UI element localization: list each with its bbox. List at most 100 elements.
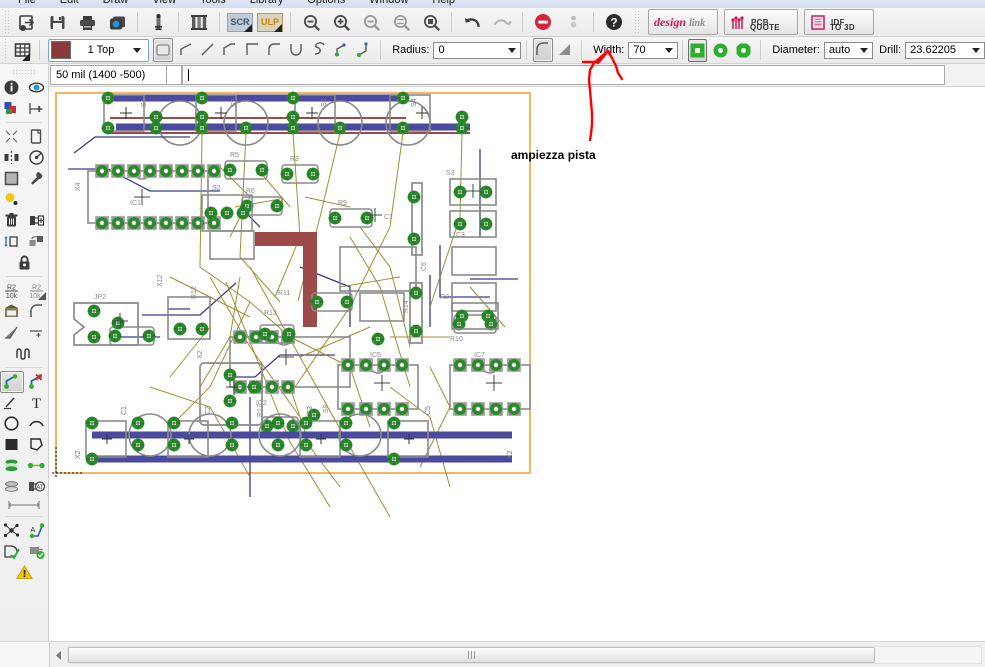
layer-settings-icon[interactable] <box>185 9 213 35</box>
errors-tool[interactable] <box>12 562 36 584</box>
via-shape-octagon[interactable] <box>734 39 753 62</box>
zoom-out-icon[interactable] <box>357 9 385 35</box>
group-tool[interactable] <box>0 168 24 190</box>
scroll-left-arrow[interactable] <box>50 647 67 664</box>
name-tool[interactable]: R2 10k <box>0 280 24 302</box>
via-tool[interactable] <box>0 455 24 477</box>
smash-tool[interactable] <box>0 301 24 323</box>
bend-style-6[interactable] <box>287 38 307 62</box>
rotate-tool[interactable] <box>25 147 49 169</box>
autoroute-tool[interactable]: A <box>25 520 49 542</box>
zoom-fit-icon[interactable] <box>297 9 325 35</box>
chevron-down-icon[interactable] <box>132 47 141 53</box>
idf-to-3d-button[interactable]: IDF TO 3D <box>804 9 874 35</box>
miter-round-button[interactable] <box>532 38 554 62</box>
move-tool[interactable] <box>0 126 24 148</box>
radius-chevron-down-icon[interactable] <box>507 47 516 53</box>
print-icon[interactable] <box>73 9 101 35</box>
diameter-label: Diameter: <box>772 44 820 56</box>
display-tool[interactable] <box>0 98 24 120</box>
toolbar-grip-2[interactable] <box>633 11 640 33</box>
mirror-tool[interactable] <box>0 147 24 169</box>
copy-tool[interactable] <box>25 126 49 148</box>
drc-tool[interactable] <box>0 541 24 563</box>
horizontal-scroll-thumb[interactable] <box>68 647 875 663</box>
show-tool[interactable] <box>25 77 49 99</box>
polygon-tool[interactable] <box>25 434 49 456</box>
toolbar-grip[interactable] <box>3 11 10 33</box>
bend-style-3[interactable] <box>220 38 240 62</box>
design-link-button[interactable]: design link <box>648 9 718 35</box>
meander-tool[interactable] <box>12 343 36 365</box>
grid-icon[interactable] <box>11 37 33 63</box>
drill-chevron-down-icon[interactable] <box>972 47 980 53</box>
run-icon[interactable] <box>559 9 587 35</box>
drill-input[interactable]: 23.62205 <box>905 41 985 59</box>
bend-style-2[interactable] <box>198 38 218 62</box>
width-chevron-down-icon[interactable] <box>664 47 673 53</box>
layer-selector[interactable]: 1 Top <box>47 38 149 62</box>
replace-tool[interactable] <box>25 231 49 253</box>
redraw-icon[interactable] <box>387 9 415 35</box>
erc-tool[interactable] <box>25 541 49 563</box>
diameter-chevron-down-icon[interactable] <box>860 47 869 53</box>
lock-tool[interactable] <box>12 252 36 274</box>
rect-tool[interactable] <box>0 434 24 456</box>
redo-icon[interactable] <box>488 9 516 35</box>
diameter-input[interactable]: auto <box>823 41 874 59</box>
route-tool[interactable] <box>0 370 24 393</box>
wire-tool[interactable] <box>0 392 24 414</box>
split-tool[interactable] <box>0 322 24 344</box>
bend-style-9[interactable] <box>354 38 374 62</box>
command-input[interactable] <box>182 65 945 85</box>
value-tool[interactable]: R2 10k <box>25 280 49 302</box>
pcb-canvas[interactable]: S1 S2 S3 S4 C1 C2 C3 C5 X2 X2 X4 IC1 R5 … <box>50 87 985 641</box>
bend-style-7[interactable] <box>309 38 329 62</box>
arc-tool[interactable] <box>25 413 49 435</box>
change-tool[interactable] <box>25 168 49 190</box>
help-icon[interactable]: ? <box>600 9 628 35</box>
circle-tool[interactable] <box>0 413 24 435</box>
bend-style-1[interactable] <box>175 38 195 62</box>
miter-bevel-button[interactable] <box>555 38 575 62</box>
zoom-in-icon[interactable] <box>327 9 355 35</box>
miter-tool[interactable] <box>25 301 49 323</box>
bend-style-8[interactable] <box>332 38 352 62</box>
radius-input[interactable]: 0 <box>433 41 521 59</box>
optimize-tool[interactable] <box>25 322 49 344</box>
script-icon[interactable]: SCR <box>226 9 254 35</box>
board-schematic-icon[interactable] <box>144 9 172 35</box>
svg-text:T: T <box>32 396 41 411</box>
undo-icon[interactable] <box>458 9 486 35</box>
bend-style-5[interactable] <box>265 38 285 62</box>
bend-style-4[interactable] <box>242 38 262 62</box>
ripup-tool[interactable] <box>25 371 49 393</box>
horizontal-scrollbar[interactable] <box>50 641 985 667</box>
scroll-track[interactable] <box>67 646 982 664</box>
svg-text:C3: C3 <box>307 406 314 415</box>
zoom-select-icon[interactable] <box>417 9 445 35</box>
dimension-tool[interactable] <box>3 494 45 516</box>
add-tool[interactable] <box>25 210 49 232</box>
delete-tool[interactable] <box>0 210 24 232</box>
mark-tool[interactable] <box>25 98 49 120</box>
via-shape-square[interactable] <box>688 38 708 62</box>
stop-icon[interactable] <box>529 9 557 35</box>
bend-style-0[interactable] <box>152 38 174 62</box>
open-icon[interactable] <box>13 9 41 35</box>
save-icon[interactable] <box>43 9 71 35</box>
pinswap-tool[interactable] <box>0 231 24 253</box>
cut-tool[interactable] <box>25 189 49 211</box>
via-shape-round[interactable] <box>711 39 730 62</box>
ratsnest-tool[interactable] <box>0 520 24 542</box>
pcb-quote-button[interactable]: PCB QUOTE <box>724 9 798 35</box>
text-tool[interactable]: T <box>25 392 49 414</box>
ulp-icon[interactable]: ULP <box>256 9 284 35</box>
info-tool[interactable] <box>0 77 24 99</box>
signal-tool[interactable] <box>25 455 49 477</box>
tools-toolbar-grip[interactable] <box>12 69 36 75</box>
param-toolbar-grip[interactable] <box>3 39 9 61</box>
cam-processor-icon[interactable] <box>103 9 131 35</box>
width-input[interactable]: 70 <box>628 41 678 59</box>
paste-tool[interactable] <box>0 189 24 211</box>
